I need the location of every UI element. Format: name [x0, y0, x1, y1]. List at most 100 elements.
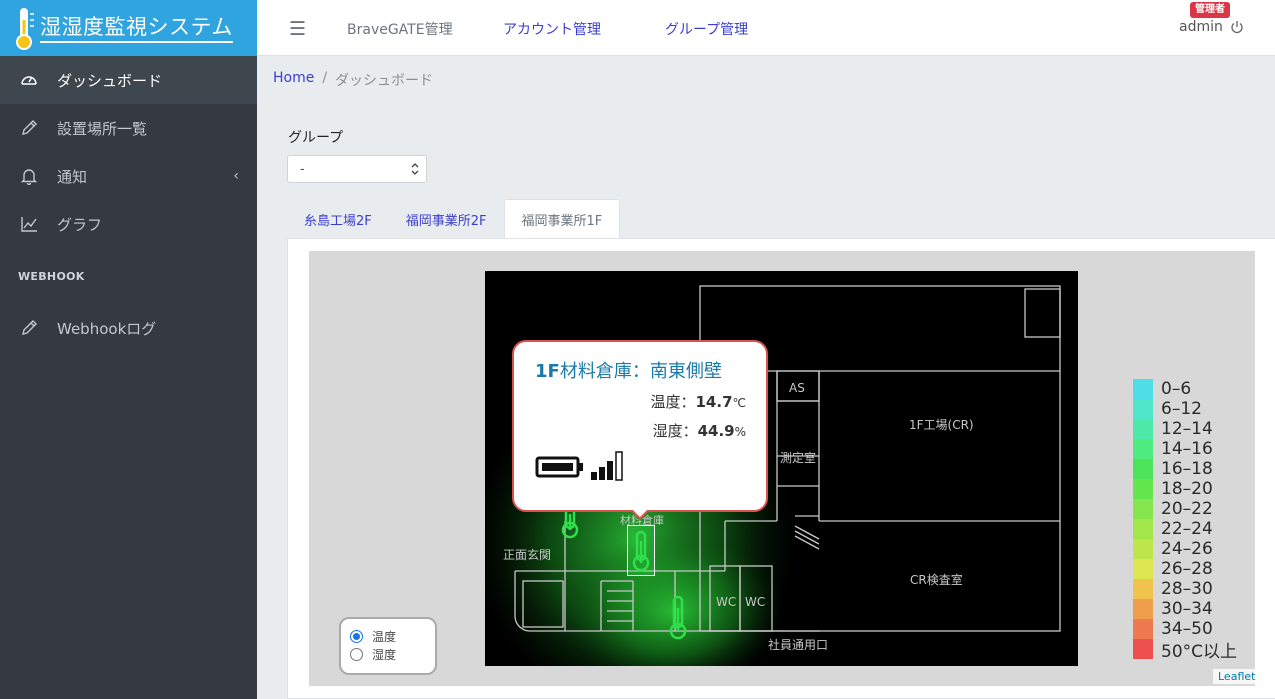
- sidebar-item-notifications[interactable]: 通知 ‹: [0, 152, 257, 200]
- legend-row: 20–22: [1133, 499, 1237, 519]
- temp-unit: ℃: [732, 396, 746, 410]
- legend-label: 20–22: [1161, 499, 1213, 519]
- sensor-marker-selected[interactable]: [627, 525, 655, 576]
- breadcrumb: Home / ダッシュボード: [273, 70, 433, 90]
- signal-bars-icon: [591, 451, 623, 481]
- legend-swatch: [1133, 599, 1153, 619]
- room-label: 社員通用口: [768, 637, 828, 652]
- hum-label: 湿度：: [652, 422, 698, 440]
- legend-row: 50°C以上: [1133, 639, 1237, 662]
- nav-link-account[interactable]: アカウント管理: [503, 19, 601, 39]
- legend-swatch: [1133, 479, 1153, 499]
- sidebar: 湿湿度監視システム ダッシュボード 設置場所一覧 通知 ‹ グラフ WEBHOO…: [0, 0, 257, 699]
- pencil-icon: [22, 120, 37, 135]
- sidebar-item-dashboard[interactable]: ダッシュボード: [0, 56, 257, 104]
- legend-label: 22–24: [1161, 519, 1213, 539]
- legend-row: 14–16: [1133, 439, 1237, 459]
- nav-link-bravegate[interactable]: BraveGATE管理: [347, 19, 453, 39]
- radio-button[interactable]: [350, 629, 363, 643]
- legend-label: 26–28: [1161, 559, 1213, 579]
- legend-row: 0–6: [1133, 379, 1237, 399]
- room-label: 正面玄関: [503, 547, 551, 562]
- dashboard-icon: [21, 76, 37, 85]
- sidebar-item-locations[interactable]: 設置場所一覧: [0, 104, 257, 152]
- legend-swatch: [1133, 519, 1153, 539]
- sidebar-item-label: Webhookログ: [57, 319, 157, 338]
- temp-label: 温度：: [650, 393, 696, 411]
- radio-label: 温度: [372, 629, 397, 644]
- radio-humidity[interactable]: 湿度: [350, 645, 435, 663]
- popup-title: 1F材料倉庫：南東側壁: [535, 357, 722, 383]
- brand-title: 湿湿度監視システム: [40, 14, 233, 43]
- legend-row: 6–12: [1133, 399, 1237, 419]
- logout-icon[interactable]: [1230, 20, 1244, 34]
- group-select-value: -: [300, 161, 305, 177]
- popup-title-text: 1F材料倉庫：南東側壁: [535, 361, 722, 382]
- legend-swatch: [1133, 379, 1153, 399]
- chevron-left-icon: ‹: [233, 168, 239, 184]
- legend-row: 16–18: [1133, 459, 1237, 479]
- legend-row: 28–30: [1133, 579, 1237, 599]
- legend-label: 0–6: [1161, 379, 1192, 399]
- legend-label: 6–12: [1161, 399, 1202, 419]
- radio-temperature[interactable]: 温度: [350, 627, 435, 645]
- room-label: WC: [716, 595, 736, 609]
- tab-fukuoka-2f[interactable]: 福岡事業所2F: [389, 199, 504, 239]
- group-select[interactable]: -: [287, 155, 427, 183]
- temp-value: 14.7: [695, 393, 733, 411]
- hum-value: 44.9: [697, 422, 735, 440]
- floor-tabs: 糸島工場2F 福岡事業所2F 福岡事業所1F: [287, 199, 621, 239]
- sidebar-item-label: ダッシュボード: [57, 71, 163, 90]
- pencil-icon: [22, 320, 37, 335]
- bell-icon: [20, 169, 38, 185]
- popup-arrow-fill: [631, 508, 649, 517]
- nav-link-group[interactable]: グループ管理: [665, 19, 748, 39]
- popup-temperature: 温度：14.7℃: [650, 391, 746, 412]
- sidebar-item-label: 通知: [57, 167, 88, 186]
- sidebar-section-header: WEBHOOK: [18, 270, 85, 283]
- breadcrumb-separator: /: [322, 70, 328, 86]
- breadcrumb-current: ダッシュボード: [335, 73, 434, 89]
- sidebar-item-webhook-log[interactable]: Webhookログ: [0, 304, 257, 352]
- legend-swatch: [1133, 619, 1153, 639]
- legend-swatch: [1133, 399, 1153, 419]
- legend-row: 18–20: [1133, 479, 1237, 499]
- legend-row: 22–24: [1133, 519, 1237, 539]
- sensor-popup: 1F材料倉庫：南東側壁 温度：14.7℃ 湿度：44.9%: [512, 340, 768, 512]
- legend-label: 18–20: [1161, 479, 1213, 499]
- chart-line-icon: [21, 217, 37, 232]
- legend-swatch: [1133, 499, 1153, 519]
- room-label: 測定室: [780, 450, 816, 465]
- breadcrumb-home[interactable]: Home: [273, 70, 314, 90]
- legend-label: 16–18: [1161, 459, 1213, 479]
- popup-humidity: 湿度：44.9%: [653, 420, 746, 441]
- legend-row: 12–14: [1133, 419, 1237, 439]
- legend-swatch: [1133, 419, 1153, 439]
- legend-label: 24–26: [1161, 539, 1213, 559]
- username: admin: [1179, 19, 1223, 35]
- legend-swatch: [1133, 579, 1153, 599]
- chevron-updown-icon: [411, 163, 419, 175]
- brand[interactable]: 湿湿度監視システム: [0, 0, 257, 56]
- role-badge: 管理者: [1190, 2, 1230, 18]
- tab-fukuoka-1f[interactable]: 福岡事業所1F: [503, 199, 621, 239]
- sensor-marker-icon[interactable]: [663, 594, 693, 644]
- legend-swatch: [1133, 539, 1153, 559]
- group-label: グループ: [288, 130, 344, 146]
- thermometer-icon: [632, 530, 650, 572]
- sidebar-item-label: 設置場所一覧: [57, 119, 148, 138]
- room-label: 1F工場(CR): [909, 418, 974, 432]
- tab-itoshima-2f[interactable]: 糸島工場2F: [287, 199, 389, 239]
- user-menu[interactable]: admin: [1179, 19, 1244, 35]
- map-attribution-link[interactable]: Leaflet: [1213, 669, 1261, 684]
- top-navbar: ☰ BraveGATE管理 アカウント管理 グループ管理 管理者 admin: [257, 0, 1275, 56]
- sidebar-item-graph[interactable]: グラフ: [0, 200, 257, 248]
- legend-label: 14–16: [1161, 439, 1213, 459]
- temperature-legend: 0–6 6–12 12–14 14–16 16–18 18–20 20–22 22–24 24–…: [1133, 379, 1237, 662]
- menu-toggle-icon[interactable]: ☰: [289, 18, 306, 40]
- legend-swatch: [1133, 439, 1153, 459]
- hum-unit: %: [734, 425, 746, 439]
- radio-button[interactable]: [350, 647, 363, 661]
- legend-row: 24–26: [1133, 539, 1237, 559]
- legend-swatch: [1133, 639, 1153, 659]
